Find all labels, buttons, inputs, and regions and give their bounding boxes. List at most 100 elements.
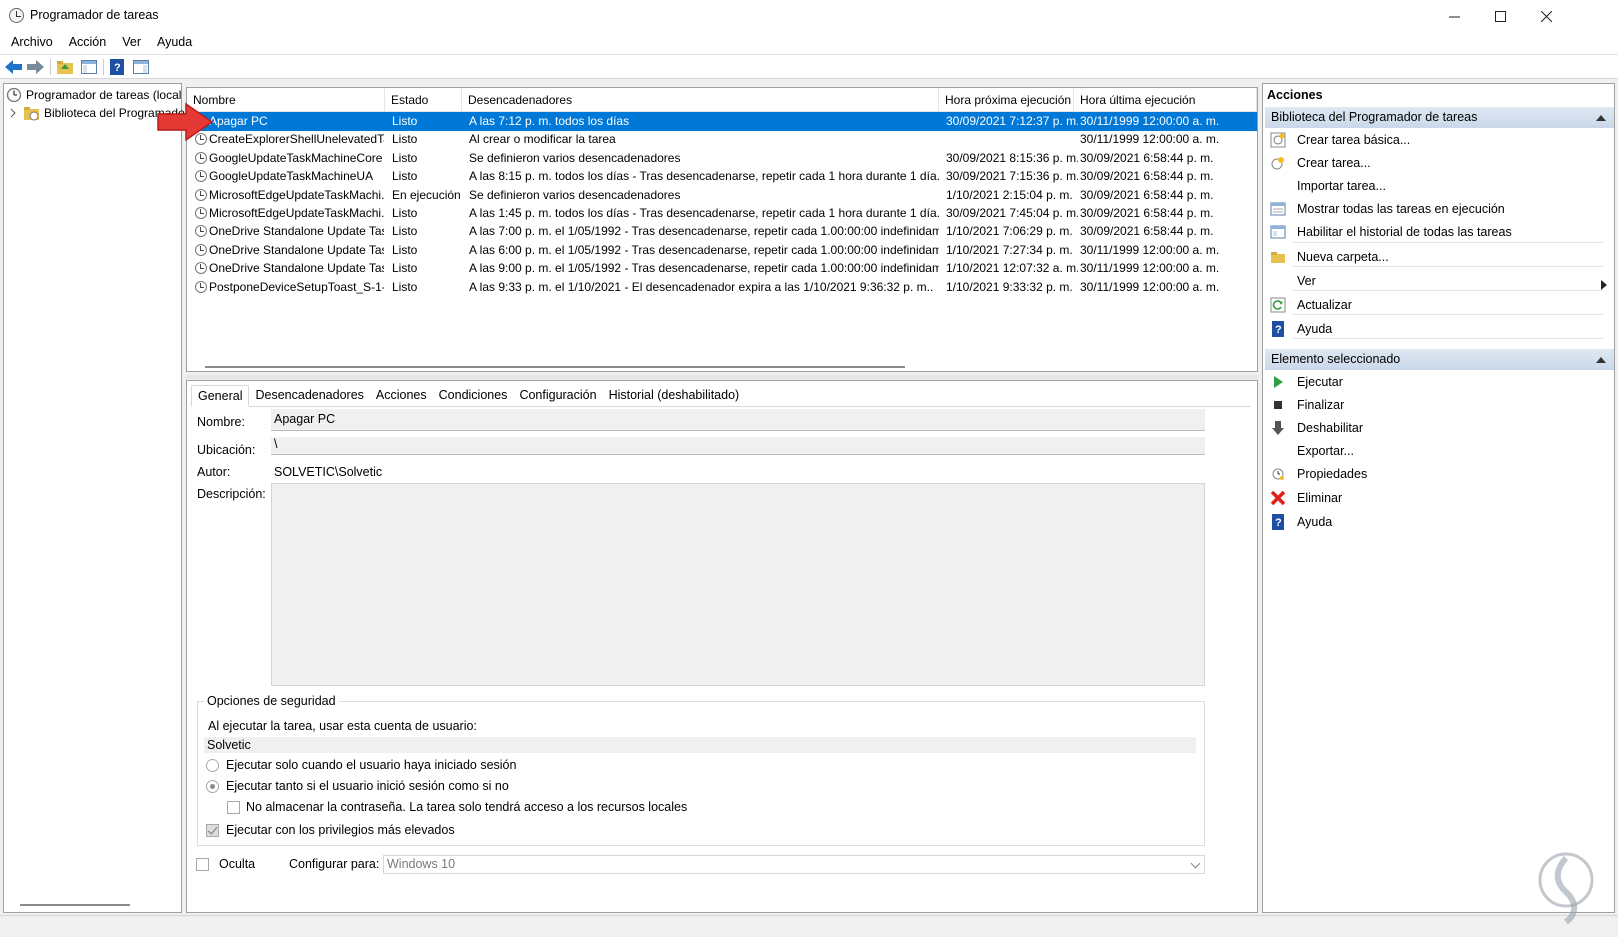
minimize-button[interactable] xyxy=(1431,0,1477,32)
tab-conditions[interactable]: Condiciones xyxy=(433,385,514,407)
section-header-selected-item-label: Elemento seleccionado xyxy=(1271,352,1401,366)
help-icon: ? xyxy=(1270,321,1286,337)
action-mostrar-todas-las-tareas-en-ejecución[interactable]: Mostrar todas las tareas en ejecución xyxy=(1265,199,1605,219)
task-name-cell: MicrosoftEdgeUpdateTaskMachi... xyxy=(209,187,384,202)
chevron-right-icon[interactable] xyxy=(8,108,18,118)
column-header-last-run[interactable]: Hora última ejecución xyxy=(1074,88,1257,112)
task-triggers-cell: Se definieron varios desencadenadores xyxy=(469,150,681,165)
column-header-next-run[interactable]: Hora próxima ejecución xyxy=(939,88,1074,112)
task-last-run-cell: 30/11/1999 12:00:00 a. m. xyxy=(1080,261,1220,276)
section-header-selected-item[interactable]: Elemento seleccionado xyxy=(1265,349,1614,370)
radio-only-logged-on[interactable] xyxy=(206,759,219,772)
action-crear-tarea-básica[interactable]: Crear tarea básica... xyxy=(1265,130,1605,150)
configure-for-label: Configurar para: xyxy=(289,857,380,871)
tab-general[interactable]: General xyxy=(191,385,250,407)
action-exportar[interactable]: Exportar... xyxy=(1265,441,1605,461)
task-list-horizontal-scrollbar[interactable] xyxy=(205,366,905,368)
collapse-icon[interactable] xyxy=(1596,115,1606,121)
configure-for-value: Windows 10 xyxy=(387,857,456,871)
menu-ayuda[interactable]: Ayuda xyxy=(149,32,200,54)
task-row[interactable]: GoogleUpdateTaskMachineCore Listo Se defin… xyxy=(188,149,1257,168)
column-header-name[interactable]: Nombre xyxy=(187,88,385,112)
task-row[interactable]: MicrosoftEdgeUpdateTaskMachi... En ejecuc… xyxy=(188,186,1257,205)
action-finalizar[interactable]: Finalizar xyxy=(1265,395,1605,415)
action-label: Habilitar el historial de todas las tare… xyxy=(1297,225,1512,239)
action-ejecutar[interactable]: Ejecutar xyxy=(1265,372,1605,392)
create-basic-task-icon xyxy=(1270,132,1286,148)
horizontal-scrollbar[interactable] xyxy=(20,904,130,906)
folder-icon xyxy=(1270,249,1286,265)
task-name-cell: GoogleUpdateTaskMachineCore xyxy=(209,150,383,165)
action-propiedades[interactable]: Propiedades xyxy=(1265,464,1605,484)
author-label: Autor: xyxy=(197,465,231,479)
pane-splitter[interactable] xyxy=(186,375,1258,379)
configure-for-select[interactable]: Windows 10 xyxy=(383,855,1205,874)
task-list-header: Nombre Estado Desencadenadores Hora próx… xyxy=(187,88,1257,112)
back-icon[interactable] xyxy=(5,58,23,76)
action-separator xyxy=(1293,290,1603,291)
task-row[interactable]: CreateExplorerShellUnelevatedTa... Listo A… xyxy=(188,130,1257,149)
hidden-checkbox[interactable] xyxy=(196,858,209,871)
maximize-button[interactable] xyxy=(1477,0,1523,32)
menu-ver[interactable]: Ver xyxy=(114,32,149,54)
action-ver[interactable]: Ver xyxy=(1265,271,1607,291)
tab-actions[interactable]: Acciones xyxy=(370,385,433,407)
tab-history[interactable]: Historial (deshabilitado) xyxy=(603,385,746,407)
task-next-run-cell: 30/09/2021 8:15:36 p. m. xyxy=(946,150,1078,165)
section-header-library-label: Biblioteca del Programador de tareas xyxy=(1271,110,1478,124)
action-actualizar[interactable]: Actualizar xyxy=(1265,295,1605,315)
disable-icon xyxy=(1270,420,1286,436)
help-icon[interactable]: ? xyxy=(108,58,126,76)
tab-settings[interactable]: Configuración xyxy=(513,385,602,407)
task-last-run-cell: 30/11/1999 12:00:00 a. m. xyxy=(1080,114,1220,128)
task-last-run-cell: 30/11/1999 12:00:00 a. m. xyxy=(1080,242,1220,257)
show-hide-console-tree-icon[interactable] xyxy=(80,58,98,76)
task-clock-icon xyxy=(195,280,207,293)
action-eliminar[interactable]: Eliminar xyxy=(1265,488,1605,508)
task-clock-icon xyxy=(195,262,207,275)
task-scheduler-icon xyxy=(9,8,24,23)
forward-icon[interactable] xyxy=(27,58,45,76)
menu-accion[interactable]: Acción xyxy=(61,32,115,54)
task-triggers-cell: A las 9:00 p. m. el 1/05/1992 - Tras des… xyxy=(469,261,939,276)
action-importar-tarea[interactable]: Importar tarea... xyxy=(1265,176,1605,196)
action-habilitar-el-historial-de-todas-las-tareas[interactable]: Habilitar el historial de todas las tare… xyxy=(1265,222,1605,242)
tab-triggers[interactable]: Desencadenadores xyxy=(249,385,369,407)
column-header-status[interactable]: Estado xyxy=(385,88,462,112)
radio-run-whether-logged-on[interactable] xyxy=(206,780,219,793)
description-field[interactable] xyxy=(271,483,1205,686)
action-crear-tarea[interactable]: Crear tarea... xyxy=(1265,153,1605,173)
no-store-password-checkbox[interactable] xyxy=(227,801,240,814)
security-options-group: Opciones de seguridad Al ejecutar la tar… xyxy=(197,694,1205,846)
highest-privileges-checkbox[interactable] xyxy=(206,824,219,837)
radio-run-whether-logged-on-label: Ejecutar tanto si el usuario inició sesi… xyxy=(226,779,509,793)
section-header-library[interactable]: Biblioteca del Programador de tareas xyxy=(1265,107,1614,128)
task-row[interactable]: OneDrive Standalone Update Tas... Listo A … xyxy=(188,259,1257,278)
svg-text:?: ? xyxy=(1275,517,1282,529)
task-row[interactable]: OneDrive Standalone Update Tas... Listo A … xyxy=(188,222,1257,241)
column-header-triggers[interactable]: Desencadenadores xyxy=(462,88,939,112)
task-last-run-cell: 30/09/2021 6:58:44 p. m. xyxy=(1080,187,1214,202)
task-next-run-cell xyxy=(946,130,1078,149)
chevron-down-icon xyxy=(1190,858,1201,869)
task-clock-icon xyxy=(195,170,207,183)
action-nueva-carpeta[interactable]: Nueva carpeta... xyxy=(1265,247,1605,267)
show-hide-action-pane-icon[interactable] xyxy=(132,58,150,76)
close-button[interactable] xyxy=(1523,0,1569,32)
menu-archivo[interactable]: Archivo xyxy=(3,32,61,54)
collapse-icon[interactable] xyxy=(1596,357,1606,363)
location-field[interactable]: \ xyxy=(271,437,1205,455)
task-row[interactable]: Apagar PC Listo A las 7:12 p. m. todos los… xyxy=(188,112,1257,131)
task-row[interactable]: GoogleUpdateTaskMachineUA Listo A las 8:15… xyxy=(188,167,1257,186)
action-ayuda[interactable]: ? Ayuda xyxy=(1265,512,1605,532)
up-folder-icon[interactable] xyxy=(56,58,74,76)
description-label: Descripción: xyxy=(197,487,266,501)
task-row[interactable]: OneDrive Standalone Update Tas... Listo A … xyxy=(188,241,1257,260)
name-field[interactable]: Apagar PC xyxy=(271,409,1205,431)
action-deshabilitar[interactable]: Deshabilitar xyxy=(1265,418,1605,438)
action-ayuda[interactable]: ? Ayuda xyxy=(1265,319,1605,339)
action-label: Ver xyxy=(1297,274,1316,288)
task-row[interactable]: PostponeDeviceSetupToast_S-1-... Listo A l… xyxy=(188,278,1257,297)
account-field[interactable]: Solvetic xyxy=(204,737,1196,753)
task-row[interactable]: MicrosoftEdgeUpdateTaskMachi... Listo A la… xyxy=(188,204,1257,223)
